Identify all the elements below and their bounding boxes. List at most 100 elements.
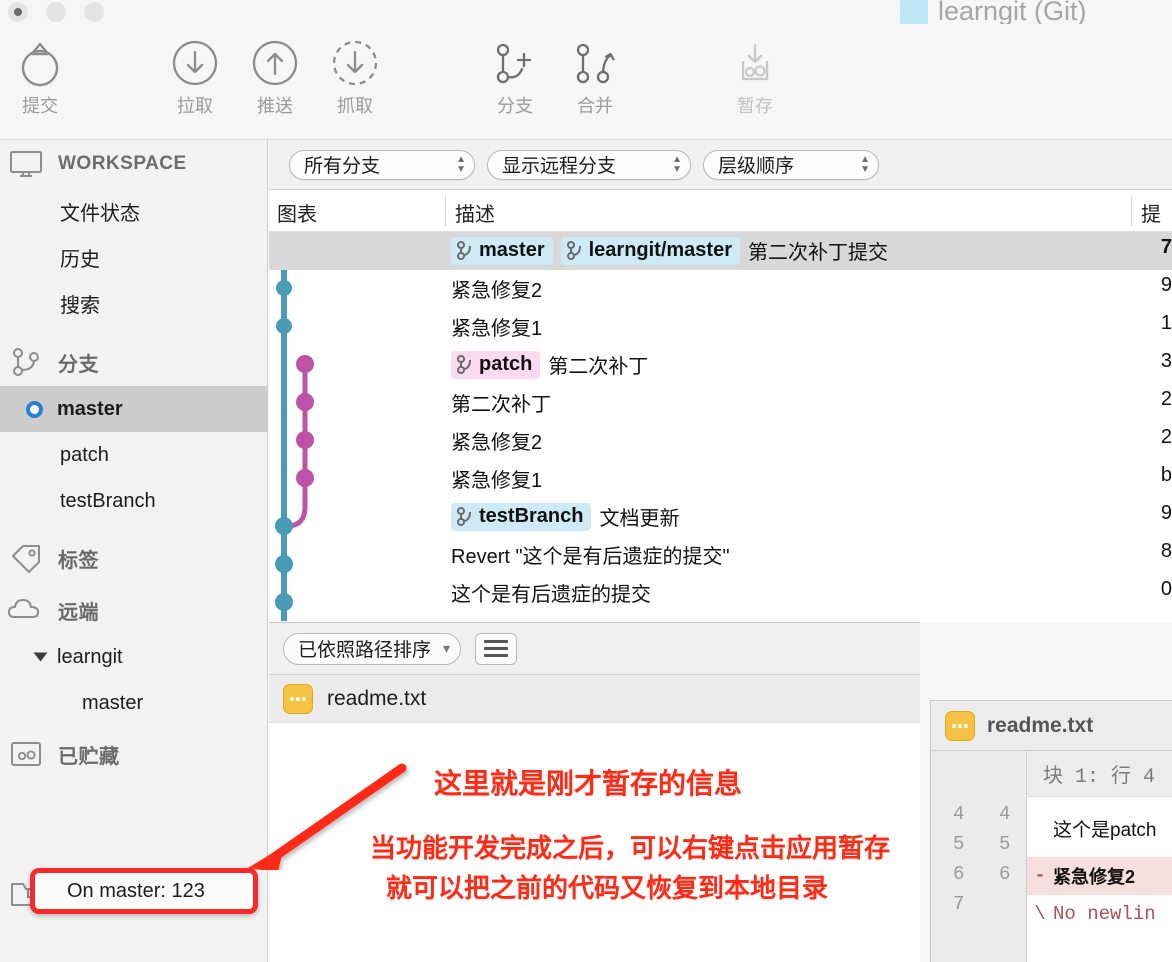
chevron-down-icon[interactable] bbox=[33, 652, 48, 662]
sidebar-item-branch-testbranch[interactable]: testBranch bbox=[0, 478, 267, 524]
sidebar-item-stash-placeholder bbox=[0, 824, 267, 870]
commit-message-cell: 紧急修复1 bbox=[451, 464, 542, 493]
ref-label-text: learngit/master bbox=[588, 238, 732, 261]
commit-message-text: 文档更新 bbox=[599, 508, 680, 530]
sidebar-item-remote-learngit[interactable]: learngit bbox=[0, 634, 267, 680]
commit-hash-cell: 0 bbox=[1160, 578, 1172, 600]
close-button[interactable] bbox=[8, 2, 28, 22]
commit-row[interactable]: 紧急修复2 2 bbox=[269, 422, 1172, 460]
ref-label-text: testBranch bbox=[479, 504, 584, 527]
pull-down-arrow-icon bbox=[155, 32, 235, 94]
sidebar-section-remotes[interactable]: 远端 bbox=[0, 586, 267, 634]
toolbar-label: 合并 bbox=[577, 96, 613, 116]
commit-message-text: 紧急修复2 bbox=[451, 280, 543, 302]
toolbar-button-push[interactable]: 推送 bbox=[235, 32, 315, 118]
line-number-new: 4 bbox=[999, 803, 1011, 825]
ref-label-master[interactable]: master bbox=[451, 236, 553, 265]
toolbar-button-commit[interactable]: 提交 bbox=[0, 32, 80, 118]
sidebar-item-branch-master[interactable]: master bbox=[0, 386, 267, 432]
sidebar-item-stash-on-master[interactable]: On master: 123 bbox=[30, 868, 258, 914]
chevron-updown-icon: ▲ ▼ bbox=[672, 153, 682, 175]
sidebar-section-label: 分支 bbox=[58, 353, 99, 376]
minimize-button[interactable] bbox=[46, 2, 66, 22]
toolbar-button-pull[interactable]: 拉取 bbox=[155, 32, 235, 118]
window-controls[interactable] bbox=[8, 2, 104, 22]
commit-row[interactable]: 紧急修复1 b bbox=[269, 460, 1172, 498]
sidebar-section-tags[interactable]: 标签 bbox=[0, 534, 267, 582]
commit-row[interactable]: patch 第二次补丁 3 bbox=[269, 346, 1172, 384]
column-header-description[interactable]: 描述 bbox=[455, 198, 495, 227]
diff-body[interactable]: 4 4 5 5 6 6 7 块 1: 行 4 这个是patch - 紧急修复2 … bbox=[931, 751, 1172, 962]
toolbar-button-branch[interactable]: 分支 bbox=[475, 32, 555, 118]
window-title-text: learngit (Git) bbox=[938, 0, 1087, 26]
main-toolbar: 提交 拉取 推送 抓取 分支 合并 暂存 bbox=[0, 24, 1172, 140]
zoom-button[interactable] bbox=[84, 2, 104, 22]
commit-row[interactable]: master learngit/master 第二次补丁提交 7 bbox=[269, 232, 1172, 270]
remote-filter-label: 显示远程分支 bbox=[502, 156, 617, 177]
graph-column-header: 图表 描述 提 bbox=[269, 190, 1172, 232]
column-header-commit[interactable]: 提 bbox=[1141, 198, 1161, 227]
ref-label-testbranch[interactable]: testBranch bbox=[451, 502, 592, 531]
commit-hash-cell: b bbox=[1160, 464, 1172, 486]
order-filter-dropdown[interactable]: 层级顺序 ▲ ▼ bbox=[703, 149, 879, 180]
commit-row[interactable]: 紧急修复2 9 bbox=[269, 270, 1172, 308]
commit-list[interactable]: master learngit/master 第二次补丁提交 7 紧急修复2 9… bbox=[269, 232, 1172, 621]
diff-file-header: readme.txt bbox=[931, 701, 1172, 751]
toolbar-label: 分支 bbox=[497, 96, 533, 116]
commit-row[interactable]: Revert "这个是有后遗症的提交" 8 bbox=[269, 536, 1172, 574]
commit-row[interactable]: 文档更新 bbox=[269, 612, 1172, 621]
text-file-icon bbox=[945, 710, 975, 741]
stash-icon bbox=[715, 32, 795, 94]
branch-filter-dropdown[interactable]: 所有分支 ▲ ▼ bbox=[289, 149, 475, 180]
sidebar-item-file-status[interactable]: 文件状态 bbox=[0, 188, 267, 234]
sidebar-item-label: master bbox=[57, 397, 123, 420]
commit-row[interactable]: testBranch 文档更新 9 bbox=[269, 498, 1172, 536]
push-up-arrow-icon bbox=[235, 32, 315, 94]
commit-message-cell: 紧急修复1 bbox=[451, 312, 542, 341]
sourcetree-window: learngit (Git) 提交 拉取 推送 抓取 分支 合并 暂存 WORK… bbox=[0, 0, 1172, 962]
sidebar-item-remote-branch-master[interactable]: master bbox=[0, 680, 267, 726]
commit-row[interactable]: 这个是有后遗症的提交 0 bbox=[269, 574, 1172, 612]
remote-filter-dropdown[interactable]: 显示远程分支 ▲ ▼ bbox=[487, 149, 691, 180]
commit-message-text: 第二次补丁提交 bbox=[748, 242, 888, 264]
branch-icon bbox=[8, 347, 44, 377]
sidebar-item-branch-patch[interactable]: patch bbox=[0, 432, 267, 478]
file-sort-label: 已依照路径排序 bbox=[298, 640, 432, 661]
branch-glyph-icon bbox=[457, 354, 471, 374]
annotation-line-2: 当功能开发完成之后，可以右键点击应用暂存 bbox=[370, 833, 891, 863]
file-name: readme.txt bbox=[327, 686, 427, 710]
diff-line-deleted: - 紧急修复2 bbox=[1027, 857, 1172, 895]
sidebar-item-history[interactable]: 历史 bbox=[0, 234, 267, 280]
file-sort-dropdown[interactable]: 已依照路径排序 ▾ bbox=[283, 632, 462, 665]
toolbar-label: 提交 bbox=[22, 96, 58, 116]
ref-label-patch[interactable]: patch bbox=[451, 350, 541, 379]
toolbar-button-merge[interactable]: 合并 bbox=[555, 32, 635, 118]
ref-label-remote-master[interactable]: learngit/master bbox=[560, 236, 740, 265]
commit-message-text: 第二次补丁 bbox=[548, 356, 649, 378]
commit-hash-cell: 8 bbox=[1160, 540, 1172, 562]
commit-message-cell: master learngit/master 第二次补丁提交 bbox=[451, 236, 888, 265]
commit-hash-cell: 3 bbox=[1160, 350, 1172, 372]
commit-row[interactable]: 第二次补丁 2 bbox=[269, 384, 1172, 422]
sidebar-section-label: 已贮藏 bbox=[58, 745, 120, 768]
file-list-toolbar: 已依照路径排序 ▾ bbox=[269, 623, 920, 675]
toolbar-label: 推送 bbox=[257, 96, 293, 116]
sidebar-section-label: WORKSPACE bbox=[58, 153, 187, 174]
diff-line-numbers: 4 4 5 5 6 6 7 bbox=[931, 751, 1027, 962]
sidebar-section-branches[interactable]: 分支 bbox=[0, 338, 267, 386]
sidebar-section-stashes[interactable]: 已贮藏 bbox=[0, 730, 267, 778]
ref-label-text: patch bbox=[479, 352, 533, 375]
file-list-item[interactable]: readme.txt bbox=[269, 675, 920, 723]
column-header-graph[interactable]: 图表 bbox=[277, 198, 317, 227]
toolbar-button-fetch[interactable]: 抓取 bbox=[315, 32, 395, 118]
sidebar-item-search[interactable]: 搜索 bbox=[0, 280, 267, 326]
commit-row[interactable]: 紧急修复1 1 bbox=[269, 308, 1172, 346]
sidebar-item-label: 历史 bbox=[60, 248, 100, 271]
commit-message-text: 第二次补丁 bbox=[451, 394, 551, 416]
toolbar-label: 暂存 bbox=[737, 96, 773, 116]
sidebar-section-workspace[interactable]: WORKSPACE bbox=[0, 140, 267, 188]
commit-hash-cell: 2 bbox=[1160, 388, 1172, 410]
list-view-icon[interactable] bbox=[475, 632, 518, 665]
toolbar-button-stash[interactable]: 暂存 bbox=[715, 32, 795, 118]
sidebar-item-label: testBranch bbox=[60, 489, 156, 512]
